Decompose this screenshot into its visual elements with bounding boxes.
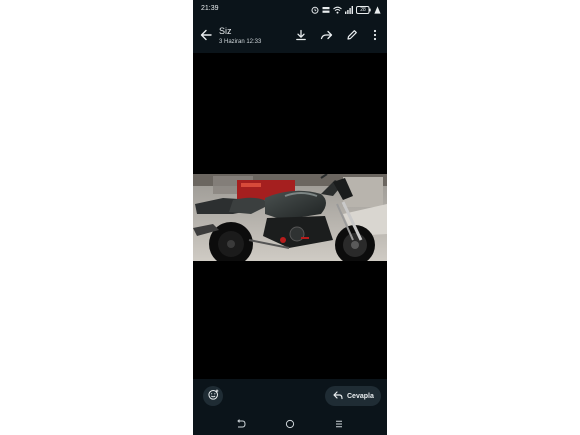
signal-icon: [345, 1, 353, 19]
battery-icon: 28: [356, 5, 371, 14]
emoji-reaction-icon: [207, 387, 219, 405]
chat-title: Siz: [219, 26, 232, 36]
media-viewer[interactable]: [193, 53, 387, 379]
status-time: 21:39: [201, 5, 219, 12]
back-icon[interactable]: [235, 418, 247, 430]
forward-icon[interactable]: [319, 28, 333, 42]
app-bar: Siz 3 Haziran 12:33: [193, 20, 387, 53]
reply-label: Cevapla: [347, 392, 374, 400]
recents-icon[interactable]: [333, 418, 345, 430]
system-nav-bar: [193, 413, 387, 435]
home-icon[interactable]: [284, 418, 296, 430]
status-bar: 21:39 28: [193, 0, 387, 20]
alarm-icon: [311, 1, 319, 19]
bottom-action-bar: Cevapla: [193, 379, 387, 413]
data-speed-icon: [322, 1, 330, 19]
wifi-icon: [333, 1, 342, 19]
download-icon[interactable]: [294, 28, 308, 42]
status-icons: 28: [311, 5, 381, 14]
edit-icon[interactable]: [345, 28, 359, 42]
reply-button[interactable]: Cevapla: [325, 386, 381, 406]
more-icon[interactable]: [368, 28, 382, 42]
battery-level: 28: [360, 6, 366, 13]
phone-screen: 21:39 28 Siz 3 Haziran 12:33 Cevapla: [193, 0, 387, 435]
emoji-reaction-button[interactable]: [203, 386, 223, 406]
reply-icon: [333, 387, 343, 405]
notification-icon: [374, 1, 381, 19]
back-arrow-icon[interactable]: [199, 28, 213, 42]
media-timestamp: 3 Haziran 12:33: [219, 39, 262, 45]
motorcycle-photo[interactable]: [193, 173, 387, 266]
